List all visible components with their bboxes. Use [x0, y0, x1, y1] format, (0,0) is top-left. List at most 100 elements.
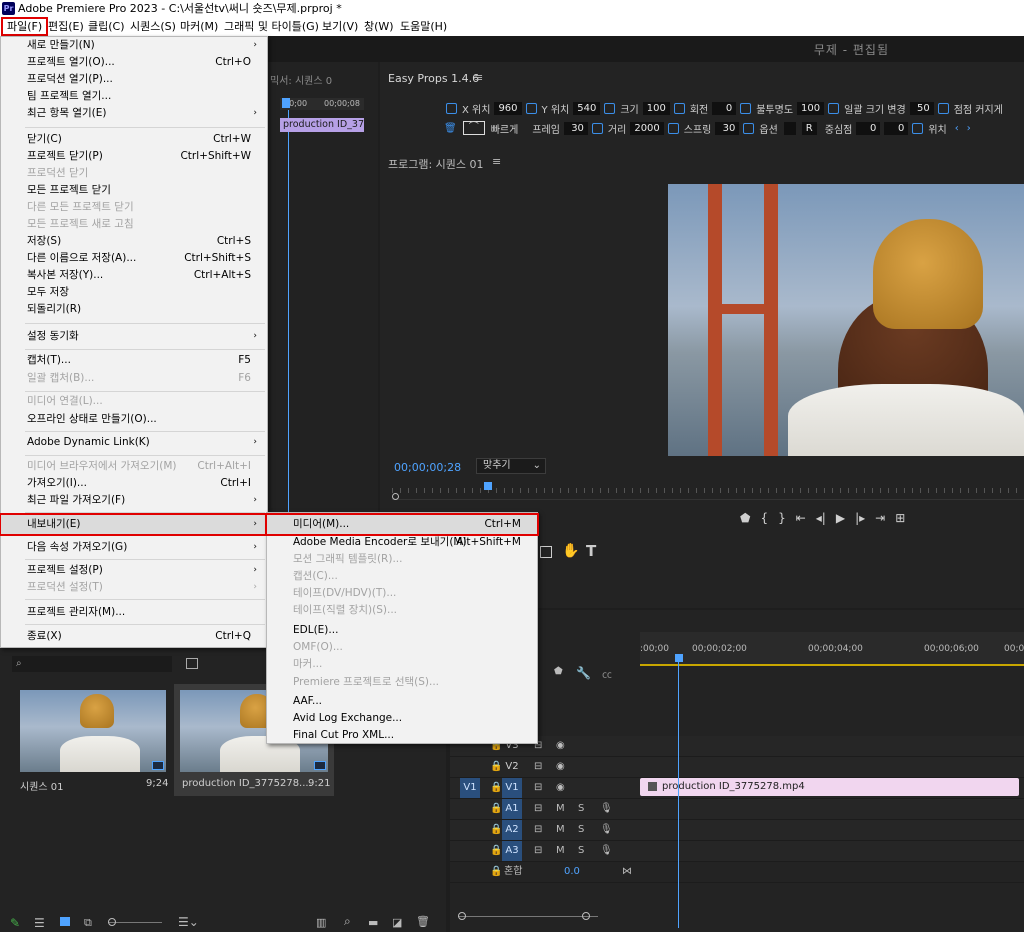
panel-menu-icon[interactable]: ≡: [492, 155, 501, 168]
menu-item-export-media[interactable]: 미디어(M)... Ctrl+M: [265, 513, 539, 536]
zoom-handle[interactable]: [458, 912, 466, 920]
source-clip[interactable]: production ID_37: [280, 118, 364, 132]
mark-in-icon[interactable]: {: [760, 511, 768, 525]
freeform-view-icon[interactable]: ⧉: [84, 916, 92, 930]
x-position-field[interactable]: 960: [494, 101, 522, 115]
menu-item-save-as[interactable]: 다른 이름으로 저장(A)... Ctrl+Shift+S: [1, 250, 267, 267]
zoom-slider[interactable]: [108, 922, 162, 923]
sync-icon[interactable]: ⊟: [534, 820, 542, 840]
sync-icon[interactable]: ⊟: [534, 841, 542, 861]
pencil-icon[interactable]: ✎: [10, 916, 20, 930]
program-video-frame[interactable]: [668, 184, 1024, 456]
captions-icon[interactable]: ㏄: [602, 666, 612, 681]
fast-label[interactable]: 빠르게: [491, 121, 519, 136]
menu-item-get-properties[interactable]: 다음 속성 가져오기(G) ›: [1, 539, 267, 556]
timeline-playhead[interactable]: [675, 654, 683, 662]
track-name[interactable]: A3: [502, 841, 522, 861]
menu-item-send-to-media-encoder[interactable]: Adobe Media Encoder로 보내기(M) Alt+Shift+M: [267, 534, 537, 551]
trash-icon[interactable]: 🗑: [444, 123, 457, 134]
go-to-out-icon[interactable]: ⇥: [875, 511, 885, 525]
mix-value[interactable]: 0.0: [564, 862, 580, 882]
menu-item-revert[interactable]: 되돌리기(R): [1, 301, 267, 318]
trash-icon[interactable]: 🗑: [416, 915, 430, 928]
list-view-icon[interactable]: ☰: [34, 916, 45, 930]
sync-icon[interactable]: ⊟: [534, 799, 542, 819]
frames-field[interactable]: 30: [563, 121, 588, 135]
reset-icon[interactable]: [604, 102, 616, 114]
list-icon[interactable]: [743, 122, 755, 134]
mute-button[interactable]: M: [556, 799, 565, 819]
mic-icon[interactable]: 🎙: [600, 799, 613, 819]
spring-field[interactable]: 30: [715, 121, 740, 135]
list-icon[interactable]: [667, 122, 679, 134]
menu-clip[interactable]: 클립(C): [84, 17, 129, 36]
rotation-field[interactable]: 0: [712, 101, 737, 115]
play-icon[interactable]: ▶: [836, 511, 845, 525]
zoom-handle[interactable]: [582, 912, 590, 920]
menu-graphics[interactable]: 그래픽 및 타이틀(G): [220, 17, 323, 36]
program-playhead[interactable]: [484, 482, 492, 490]
lock-icon[interactable]: 🔒: [490, 841, 502, 861]
reset-icon[interactable]: [740, 102, 752, 114]
program-time-ruler[interactable]: [392, 480, 1024, 500]
menu-item-avid-log[interactable]: Avid Log Exchange...: [267, 710, 537, 727]
solo-button[interactable]: S: [578, 799, 584, 819]
thumbnail-sequence[interactable]: [20, 690, 166, 772]
icon-view-icon[interactable]: [60, 917, 70, 926]
reset-icon[interactable]: [828, 102, 840, 114]
program-timecode[interactable]: 00;00;00;28: [394, 461, 461, 474]
menu-item-sync-settings[interactable]: 설정 동기화 ›: [1, 328, 267, 345]
menu-item-exit[interactable]: 종료(X) Ctrl+Q: [1, 628, 267, 645]
panel-menu-icon[interactable]: ≡: [474, 71, 483, 84]
anchor-x-field[interactable]: 0: [856, 121, 881, 135]
menu-sequence[interactable]: 시퀀스(S): [126, 17, 180, 36]
menu-window[interactable]: 창(W): [360, 17, 398, 36]
timeline-ruler[interactable]: :00;00 00;00;02;00 00;00;04;00 00;00;06;…: [640, 632, 1024, 666]
track-name[interactable]: A1: [502, 799, 522, 819]
eye-icon[interactable]: ◉: [556, 757, 565, 777]
mic-icon[interactable]: 🎙: [600, 820, 613, 840]
menu-item-open-team-project[interactable]: 팀 프로젝트 열기...: [1, 88, 267, 105]
step-back-icon[interactable]: ◂|: [816, 511, 826, 525]
mute-button[interactable]: M: [556, 820, 565, 840]
new-bin-icon[interactable]: [186, 658, 198, 669]
lock-icon[interactable]: 🔒: [490, 820, 502, 840]
step-forward-icon[interactable]: |▸: [855, 511, 865, 525]
zoom-handle[interactable]: [392, 493, 399, 500]
menu-view[interactable]: 보기(V): [318, 17, 362, 36]
menu-item-new[interactable]: 새로 만들기(N) ›: [1, 37, 267, 54]
chevron-left-icon[interactable]: ‹: [955, 123, 959, 134]
menu-item-save-copy[interactable]: 복사본 저장(Y)... Ctrl+Alt+S: [1, 267, 267, 284]
automate-icon[interactable]: ▥: [316, 916, 326, 929]
menu-item-save-all[interactable]: 모두 저장: [1, 284, 267, 301]
menu-item-close[interactable]: 닫기(C) Ctrl+W: [1, 131, 267, 148]
menu-item-capture[interactable]: 캡처(T)... F5: [1, 352, 267, 369]
track-name[interactable]: V1: [502, 778, 522, 798]
list-icon[interactable]: [912, 122, 924, 134]
lock-icon[interactable]: 🔒: [490, 799, 502, 819]
search-icon[interactable]: ⌕: [344, 914, 351, 929]
reset-icon[interactable]: [525, 102, 537, 114]
menu-item-project-manager[interactable]: 프로젝트 관리자(M)...: [1, 604, 267, 621]
ease-curve-icon[interactable]: ⌒: [462, 121, 485, 135]
mark-out-icon[interactable]: }: [778, 511, 786, 525]
menu-item-open-recent[interactable]: 최근 항목 열기(E) ›: [1, 105, 267, 122]
sync-icon[interactable]: ⊟: [534, 757, 542, 777]
sync-icon[interactable]: ⊟: [534, 778, 542, 798]
lock-icon[interactable]: 🔒: [490, 862, 502, 882]
menu-edit[interactable]: 편집(E): [44, 17, 88, 36]
lock-icon[interactable]: 🔒: [490, 757, 502, 777]
work-area-bar[interactable]: [640, 664, 1024, 666]
solo-button[interactable]: S: [578, 820, 584, 840]
rectangle-tool-icon[interactable]: [540, 546, 552, 558]
reset-icon[interactable]: [673, 102, 685, 114]
timeline-zoom-slider[interactable]: [458, 916, 598, 917]
marker-icon[interactable]: ⬟: [740, 511, 750, 525]
menu-item-close-all-projects[interactable]: 모든 프로젝트 닫기: [1, 182, 267, 199]
menu-item-export[interactable]: 내보내기(E) ›: [0, 513, 269, 536]
track-name[interactable]: A2: [502, 820, 522, 840]
reset-icon[interactable]: [446, 102, 457, 114]
skip-end-icon[interactable]: ⋈: [622, 862, 632, 882]
anchor-y-field[interactable]: 0: [884, 121, 909, 135]
r-button[interactable]: R: [801, 121, 817, 135]
